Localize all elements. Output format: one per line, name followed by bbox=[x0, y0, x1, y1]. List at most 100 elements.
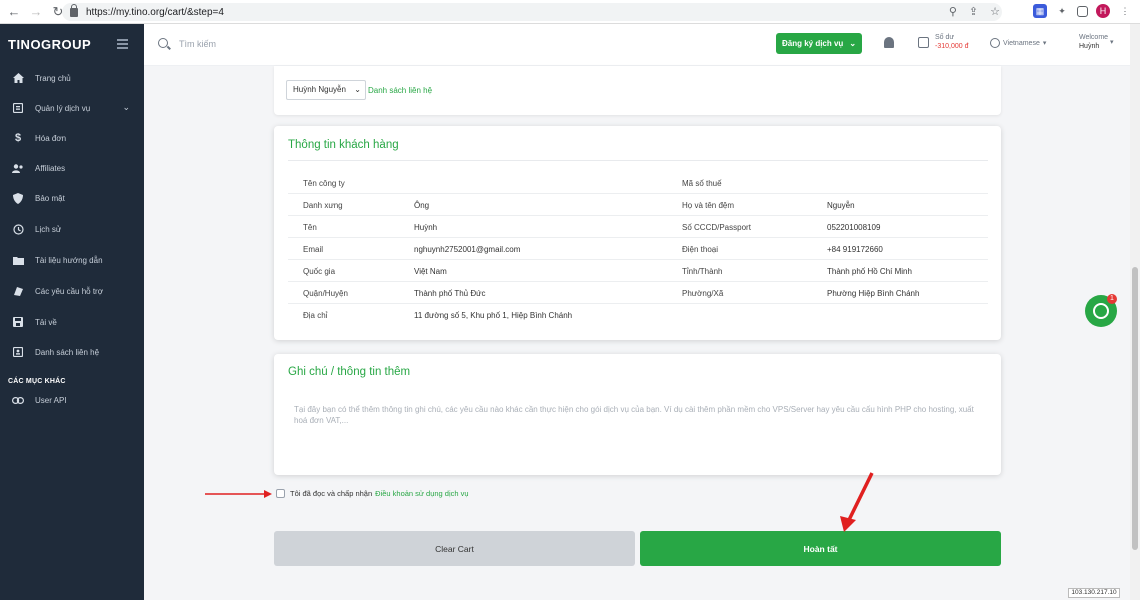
field-label: Quận/Huyện bbox=[303, 289, 348, 298]
sidebar-item-history[interactable]: Lịch sử bbox=[0, 219, 144, 239]
field-label: Số CCCD/Passport bbox=[682, 223, 751, 232]
field-label: Tên bbox=[303, 223, 317, 232]
info-row: Danh xưng Ông Họ và tên đệm Nguyễn bbox=[288, 194, 988, 216]
sidebar-item-affiliates[interactable]: Affiliates bbox=[0, 158, 144, 178]
link-icon bbox=[12, 394, 24, 406]
field-label: Tỉnh/Thành bbox=[682, 267, 723, 276]
extension-icon[interactable]: ▦ bbox=[1033, 4, 1047, 18]
back-icon[interactable]: ← bbox=[6, 4, 22, 20]
clear-cart-button[interactable]: Clear Cart bbox=[274, 531, 635, 566]
sidebar-item-label: Trang chủ bbox=[35, 73, 71, 83]
caret-down-icon: ▾ bbox=[1042, 40, 1047, 47]
chevron-down-icon[interactable]: ⌄ bbox=[122, 102, 130, 113]
language-selector[interactable]: Vietnamese ▾ bbox=[990, 38, 1046, 48]
address-bar[interactable]: https://my.tino.org/cart/&step=4 bbox=[62, 3, 1002, 21]
terms-link[interactable]: Điều khoản sử dụng dịch vụ bbox=[375, 489, 468, 498]
divider bbox=[288, 160, 988, 161]
info-row: Quốc gia Việt Nam Tỉnh/Thành Thành phố H… bbox=[288, 260, 988, 282]
field-value: Ông bbox=[414, 201, 430, 210]
globe-icon bbox=[990, 38, 1000, 48]
field-label: Điện thoại bbox=[682, 245, 719, 254]
sidepanel-icon[interactable] bbox=[1077, 5, 1088, 17]
field-value: nghuynh2752001@gmail.com bbox=[414, 245, 521, 254]
forward-icon[interactable]: → bbox=[28, 4, 44, 20]
sidebar-item-label: Các yêu cầu hỗ trợ bbox=[35, 286, 103, 296]
lock-icon bbox=[70, 3, 78, 17]
terms-checkbox[interactable] bbox=[276, 489, 285, 498]
chevron-down-icon: ⌄ bbox=[849, 39, 857, 48]
sidebar-item-docs[interactable]: Tài liệu hướng dẫn bbox=[0, 250, 144, 270]
puzzle-icon[interactable]: ✦ bbox=[1055, 4, 1069, 18]
field-value: 11 đường số 5, Khu phố 1, Hiệp Bình Chán… bbox=[414, 311, 573, 320]
caret-down-icon[interactable]: ▾ bbox=[1110, 38, 1114, 46]
menu-dots-icon[interactable]: ⋮ bbox=[1118, 4, 1132, 18]
notes-textarea[interactable]: Tại đây bạn có thể thêm thông tin ghi ch… bbox=[294, 404, 974, 426]
balance-label: Số dư bbox=[935, 34, 955, 41]
sidebar-item-services[interactable]: Quản lý dịch vụ ⌄ bbox=[0, 98, 144, 118]
search-icon[interactable] bbox=[158, 38, 168, 48]
sidebar-item-home[interactable]: Trang chủ bbox=[0, 68, 144, 88]
zoom-icon[interactable]: ⚲ bbox=[949, 5, 957, 18]
logo[interactable]: TINOGROUP bbox=[8, 37, 91, 52]
sidebar-item-invoices[interactable]: $ Hóa đơn bbox=[0, 128, 144, 148]
wallet-icon[interactable] bbox=[918, 37, 929, 48]
user-menu[interactable]: Huỳnh bbox=[1079, 43, 1099, 50]
contact-select-card: Huỳnh Nguyễn ⌄ Danh sách liên hệ bbox=[274, 66, 1001, 115]
customer-info-card: Thông tin khách hàng Tên công ty Mã số t… bbox=[274, 126, 1001, 340]
contact-select[interactable]: Huỳnh Nguyễn ⌄ bbox=[286, 80, 366, 100]
welcome-label: Welcome bbox=[1079, 34, 1109, 41]
services-icon bbox=[12, 102, 24, 114]
chevron-down-icon: ⌄ bbox=[354, 85, 361, 94]
chat-badge: 1 bbox=[1107, 294, 1117, 304]
sidebar-item-user-api[interactable]: User API bbox=[0, 390, 144, 410]
share-icon[interactable]: ⇪ bbox=[969, 5, 978, 18]
sidebar-section-title: CÁC MỤC KHÁC bbox=[8, 378, 66, 385]
field-value: Phường Hiệp Bình Chánh bbox=[827, 289, 920, 298]
contact-list-link[interactable]: Danh sách liên hệ bbox=[368, 86, 432, 95]
scrollbar-thumb[interactable] bbox=[1132, 267, 1138, 550]
search-input[interactable]: Tìm kiếm bbox=[179, 39, 216, 49]
finish-button[interactable]: Hoàn tất bbox=[640, 531, 1001, 566]
terms-text: Tôi đã đọc và chấp nhận bbox=[290, 489, 373, 498]
sidebar-item-label: Hóa đơn bbox=[35, 133, 67, 143]
sidebar-item-support[interactable]: Các yêu cầu hỗ trợ bbox=[0, 281, 144, 301]
field-label: Tên công ty bbox=[303, 179, 345, 188]
field-value: +84 919172660 bbox=[827, 245, 883, 254]
info-row: Tên Huỳnh Số CCCD/Passport 052201008109 bbox=[288, 216, 988, 238]
sidebar-item-download[interactable]: Tải về bbox=[0, 312, 144, 332]
card-title: Thông tin khách hàng bbox=[288, 139, 399, 151]
field-label: Địa chỉ bbox=[303, 311, 328, 320]
bell-icon[interactable] bbox=[884, 37, 894, 48]
field-label: Mã số thuế bbox=[682, 179, 722, 188]
register-service-button[interactable]: Đăng ký dịch vụ ⌄ bbox=[776, 33, 862, 54]
contacts-icon bbox=[12, 346, 24, 358]
sidebar-item-security[interactable]: Bảo mật bbox=[0, 188, 144, 208]
field-value: 052201008109 bbox=[827, 223, 881, 232]
bookmark-star-icon[interactable]: ☆ bbox=[990, 5, 1000, 18]
sidebar-item-label: Quản lý dịch vụ bbox=[35, 103, 91, 113]
field-value: Việt Nam bbox=[414, 267, 447, 276]
sidebar-item-label: Affiliates bbox=[35, 163, 66, 173]
hamburger-icon[interactable] bbox=[117, 39, 128, 51]
profile-avatar[interactable]: H bbox=[1096, 4, 1110, 18]
history-icon bbox=[12, 223, 24, 235]
browser-toolbar: ← → ↻ https://my.tino.org/cart/&step=4 ⚲… bbox=[0, 0, 1140, 24]
main-content: Huỳnh Nguyễn ⌄ Danh sách liên hệ Thông t… bbox=[144, 66, 1130, 600]
chat-widget-button[interactable]: 1 bbox=[1085, 294, 1117, 327]
sidebar-item-label: Tải về bbox=[35, 317, 57, 327]
sidebar-item-label: Danh sách liên hệ bbox=[35, 347, 100, 357]
users-icon bbox=[12, 162, 24, 174]
contact-select-value: Huỳnh Nguyễn bbox=[293, 85, 346, 94]
folder-icon bbox=[12, 254, 24, 266]
field-label: Email bbox=[303, 245, 324, 254]
info-row: Địa chỉ 11 đường số 5, Khu phố 1, Hiệp B… bbox=[288, 304, 988, 326]
register-service-label: Đăng ký dịch vụ bbox=[781, 39, 844, 48]
balance-value: -310,000 đ bbox=[935, 43, 969, 50]
field-label: Phường/Xã bbox=[682, 289, 724, 298]
home-icon bbox=[12, 72, 24, 84]
chat-icon bbox=[1093, 303, 1109, 319]
field-label: Danh xưng bbox=[303, 201, 343, 210]
sidebar-item-contacts[interactable]: Danh sách liên hệ bbox=[0, 342, 144, 362]
support-icon bbox=[12, 285, 24, 297]
sidebar-item-label: Lịch sử bbox=[35, 224, 62, 234]
